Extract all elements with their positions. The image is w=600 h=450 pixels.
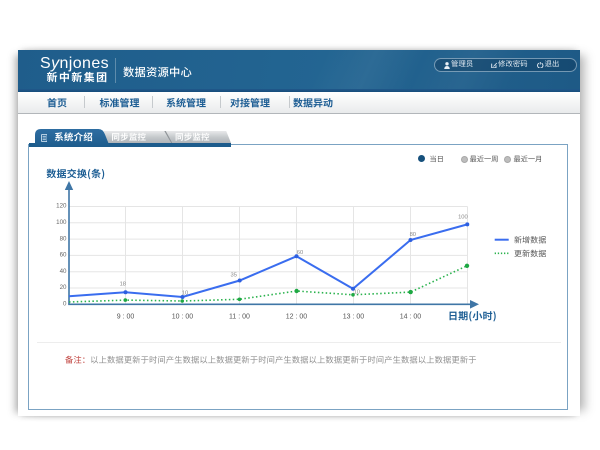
svg-text:10: 10 (354, 290, 360, 296)
svg-text:80: 80 (410, 232, 416, 238)
svg-text:120: 120 (56, 203, 67, 210)
svg-text:60: 60 (60, 252, 67, 259)
svg-text:0: 0 (63, 301, 67, 308)
svg-text:20: 20 (60, 284, 67, 291)
svg-text:40: 40 (60, 268, 67, 275)
svg-text:10 : 00: 10 : 00 (172, 314, 194, 321)
svg-text:100: 100 (458, 214, 468, 220)
svg-text:80: 80 (60, 235, 67, 242)
svg-text:12 : 00: 12 : 00 (286, 314, 308, 321)
svg-text:10: 10 (182, 291, 188, 297)
svg-text:14 : 00: 14 : 00 (400, 314, 422, 321)
svg-text:13 : 00: 13 : 00 (343, 314, 365, 321)
svg-text:35: 35 (230, 272, 236, 278)
svg-text:9 : 00: 9 : 00 (117, 314, 135, 321)
svg-text:18: 18 (120, 282, 126, 288)
svg-text:100: 100 (56, 219, 67, 226)
svg-text:11 : 00: 11 : 00 (229, 314, 250, 321)
svg-text:60: 60 (297, 250, 303, 256)
